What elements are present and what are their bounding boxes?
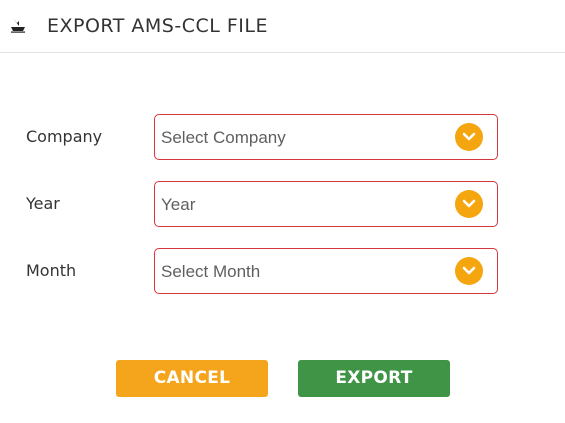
- company-select-value: Select Company: [161, 128, 286, 147]
- year-row: Year Year: [0, 181, 565, 227]
- cancel-button[interactable]: CANCEL: [116, 360, 268, 397]
- company-label: Company: [26, 127, 103, 146]
- dialog-title: EXPORT AMS-CCL FILE: [47, 15, 268, 37]
- company-select[interactable]: Select Company: [154, 114, 498, 160]
- year-select[interactable]: Year: [154, 181, 498, 227]
- year-select-value: Year: [161, 195, 196, 214]
- month-select-value: Select Month: [161, 262, 261, 281]
- chevron-down-icon[interactable]: [455, 257, 483, 285]
- year-label: Year: [26, 194, 60, 213]
- dialog-header: EXPORT AMS-CCL FILE: [0, 0, 565, 53]
- chevron-down-icon[interactable]: [455, 123, 483, 151]
- ship-icon: [10, 17, 26, 33]
- month-select[interactable]: Select Month: [154, 248, 498, 294]
- month-label: Month: [26, 261, 77, 280]
- export-button[interactable]: EXPORT: [298, 360, 450, 397]
- month-row: Month Select Month: [0, 248, 565, 294]
- chevron-down-icon[interactable]: [455, 190, 483, 218]
- company-row: Company Select Company: [0, 114, 565, 160]
